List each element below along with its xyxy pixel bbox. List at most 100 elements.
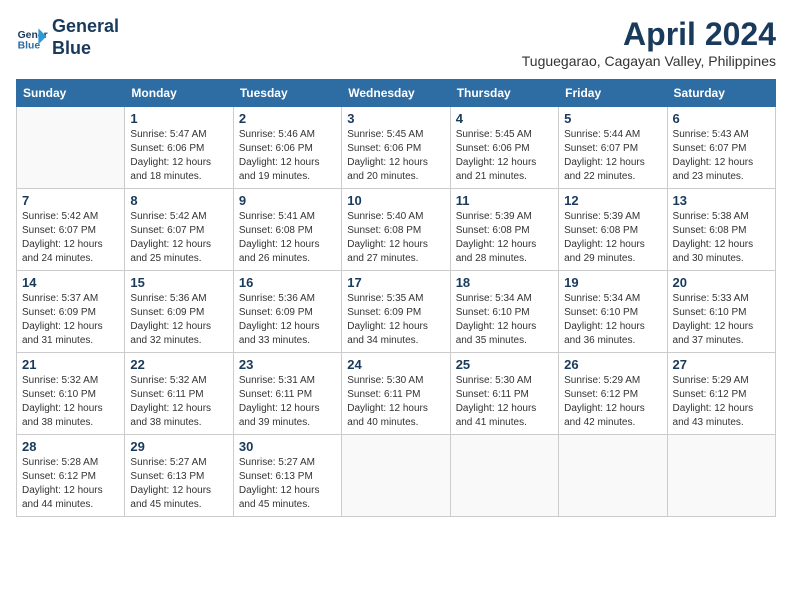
day-info: Sunrise: 5:35 AM Sunset: 6:09 PM Dayligh… (347, 292, 444, 348)
day-info: Sunrise: 5:29 AM Sunset: 6:12 PM Dayligh… (673, 374, 770, 430)
day-number: 29 (130, 439, 227, 454)
day-info: Sunrise: 5:45 AM Sunset: 6:06 PM Dayligh… (456, 128, 553, 184)
week-row-4: 21Sunrise: 5:32 AM Sunset: 6:10 PM Dayli… (17, 353, 776, 435)
day-cell: 2Sunrise: 5:46 AM Sunset: 6:06 PM Daylig… (233, 107, 341, 189)
weekday-header-monday: Monday (125, 80, 233, 107)
day-number: 9 (239, 193, 336, 208)
day-number: 4 (456, 111, 553, 126)
day-cell: 8 Sunrise: 5:42 AM Sunset: 6:07 PM Daylig… (125, 189, 233, 271)
day-cell: 3 Sunrise: 5:45 AM Sunset: 6:06 PM Daylig… (342, 107, 450, 189)
day-cell: 5 Sunrise: 5:44 AM Sunset: 6:07 PM Daylig… (559, 107, 667, 189)
day-cell: 11 Sunrise: 5:39 AM Sunset: 6:08 PM Dayli… (450, 189, 558, 271)
day-info: Sunrise: 5:47 AM Sunset: 6:06 PM Dayligh… (130, 128, 227, 184)
day-number: 14 (22, 275, 119, 290)
day-cell: 17 Sunrise: 5:35 AM Sunset: 6:09 PM Dayli… (342, 271, 450, 353)
day-number: 10 (347, 193, 444, 208)
day-number: 18 (456, 275, 553, 290)
day-cell (450, 435, 558, 517)
day-cell: 27 Sunrise: 5:29 AM Sunset: 6:12 PM Dayli… (667, 353, 775, 435)
day-cell (17, 107, 125, 189)
day-cell: 1 Sunrise: 5:47 AM Sunset: 6:06 PM Daylig… (125, 107, 233, 189)
day-info: Sunrise: 5:42 AM Sunset: 6:07 PM Dayligh… (130, 210, 227, 266)
day-cell: 23 Sunrise: 5:31 AM Sunset: 6:11 PM Dayli… (233, 353, 341, 435)
day-number: 27 (673, 357, 770, 372)
title-block: April 2024 Tuguegarao, Cagayan Valley, P… (522, 16, 776, 69)
day-info: Sunrise: 5:29 AM Sunset: 6:12 PM Dayligh… (564, 374, 661, 430)
day-cell: 20Sunrise: 5:33 AM Sunset: 6:10 PM Dayli… (667, 271, 775, 353)
day-info: Sunrise: 5:34 AM Sunset: 6:10 PM Dayligh… (564, 292, 661, 348)
day-cell: 29 Sunrise: 5:27 AM Sunset: 6:13 PM Dayli… (125, 435, 233, 517)
day-info: Sunrise: 5:42 AM Sunset: 6:07 PM Dayligh… (22, 210, 119, 266)
day-cell: 16Sunrise: 5:36 AM Sunset: 6:09 PM Dayli… (233, 271, 341, 353)
day-info: Sunrise: 5:44 AM Sunset: 6:07 PM Dayligh… (564, 128, 661, 184)
day-info: Sunrise: 5:37 AM Sunset: 6:09 PM Dayligh… (22, 292, 119, 348)
location-title: Tuguegarao, Cagayan Valley, Philippines (522, 53, 776, 69)
day-number: 28 (22, 439, 119, 454)
week-row-2: 7 Sunrise: 5:42 AM Sunset: 6:07 PM Daylig… (17, 189, 776, 271)
day-cell: 22Sunrise: 5:32 AM Sunset: 6:11 PM Dayli… (125, 353, 233, 435)
day-number: 26 (564, 357, 661, 372)
page-header: General Blue General Blue April 2024 Tug… (16, 16, 776, 69)
day-cell: 26 Sunrise: 5:29 AM Sunset: 6:12 PM Dayli… (559, 353, 667, 435)
day-info: Sunrise: 5:38 AM Sunset: 6:08 PM Dayligh… (673, 210, 770, 266)
calendar-table: SundayMondayTuesdayWednesdayThursdayFrid… (16, 79, 776, 517)
day-number: 17 (347, 275, 444, 290)
day-number: 5 (564, 111, 661, 126)
day-cell: 28 Sunrise: 5:28 AM Sunset: 6:12 PM Dayli… (17, 435, 125, 517)
day-cell (559, 435, 667, 517)
day-number: 11 (456, 193, 553, 208)
day-info: Sunrise: 5:39 AM Sunset: 6:08 PM Dayligh… (564, 210, 661, 266)
day-number: 12 (564, 193, 661, 208)
weekday-header-saturday: Saturday (667, 80, 775, 107)
day-cell: 15 Sunrise: 5:36 AM Sunset: 6:09 PM Dayli… (125, 271, 233, 353)
day-cell (667, 435, 775, 517)
day-cell: 10 Sunrise: 5:40 AM Sunset: 6:08 PM Dayli… (342, 189, 450, 271)
svg-text:Blue: Blue (18, 40, 41, 51)
weekday-header-row: SundayMondayTuesdayWednesdayThursdayFrid… (17, 80, 776, 107)
day-info: Sunrise: 5:31 AM Sunset: 6:11 PM Dayligh… (239, 374, 336, 430)
logo: General Blue General Blue (16, 16, 119, 59)
week-row-1: 1 Sunrise: 5:47 AM Sunset: 6:06 PM Daylig… (17, 107, 776, 189)
day-number: 30 (239, 439, 336, 454)
week-row-5: 28 Sunrise: 5:28 AM Sunset: 6:12 PM Dayli… (17, 435, 776, 517)
day-info: Sunrise: 5:27 AM Sunset: 6:13 PM Dayligh… (130, 456, 227, 512)
day-number: 19 (564, 275, 661, 290)
day-cell: 13 Sunrise: 5:38 AM Sunset: 6:08 PM Dayli… (667, 189, 775, 271)
day-number: 8 (130, 193, 227, 208)
day-number: 23 (239, 357, 336, 372)
weekday-header-wednesday: Wednesday (342, 80, 450, 107)
day-info: Sunrise: 5:39 AM Sunset: 6:08 PM Dayligh… (456, 210, 553, 266)
day-cell: 30 Sunrise: 5:27 AM Sunset: 6:13 PM Dayli… (233, 435, 341, 517)
day-cell: 9 Sunrise: 5:41 AM Sunset: 6:08 PM Daylig… (233, 189, 341, 271)
day-info: Sunrise: 5:45 AM Sunset: 6:06 PM Dayligh… (347, 128, 444, 184)
day-info: Sunrise: 5:36 AM Sunset: 6:09 PM Dayligh… (239, 292, 336, 348)
day-number: 2 (239, 111, 336, 126)
day-number: 7 (22, 193, 119, 208)
logo-text: General Blue (52, 16, 119, 59)
day-info: Sunrise: 5:30 AM Sunset: 6:11 PM Dayligh… (456, 374, 553, 430)
day-number: 25 (456, 357, 553, 372)
day-number: 3 (347, 111, 444, 126)
day-number: 13 (673, 193, 770, 208)
day-cell: 24Sunrise: 5:30 AM Sunset: 6:11 PM Dayli… (342, 353, 450, 435)
month-title: April 2024 (522, 16, 776, 53)
day-cell: 25 Sunrise: 5:30 AM Sunset: 6:11 PM Dayli… (450, 353, 558, 435)
day-info: Sunrise: 5:36 AM Sunset: 6:09 PM Dayligh… (130, 292, 227, 348)
day-info: Sunrise: 5:33 AM Sunset: 6:10 PM Dayligh… (673, 292, 770, 348)
day-info: Sunrise: 5:27 AM Sunset: 6:13 PM Dayligh… (239, 456, 336, 512)
day-info: Sunrise: 5:41 AM Sunset: 6:08 PM Dayligh… (239, 210, 336, 266)
day-info: Sunrise: 5:40 AM Sunset: 6:08 PM Dayligh… (347, 210, 444, 266)
weekday-header-friday: Friday (559, 80, 667, 107)
day-info: Sunrise: 5:28 AM Sunset: 6:12 PM Dayligh… (22, 456, 119, 512)
day-number: 15 (130, 275, 227, 290)
week-row-3: 14 Sunrise: 5:37 AM Sunset: 6:09 PM Dayli… (17, 271, 776, 353)
day-info: Sunrise: 5:43 AM Sunset: 6:07 PM Dayligh… (673, 128, 770, 184)
logo-icon: General Blue (16, 22, 48, 54)
day-number: 21 (22, 357, 119, 372)
day-number: 1 (130, 111, 227, 126)
weekday-header-sunday: Sunday (17, 80, 125, 107)
day-number: 6 (673, 111, 770, 126)
weekday-header-tuesday: Tuesday (233, 80, 341, 107)
day-cell: 19 Sunrise: 5:34 AM Sunset: 6:10 PM Dayli… (559, 271, 667, 353)
day-info: Sunrise: 5:32 AM Sunset: 6:11 PM Dayligh… (130, 374, 227, 430)
